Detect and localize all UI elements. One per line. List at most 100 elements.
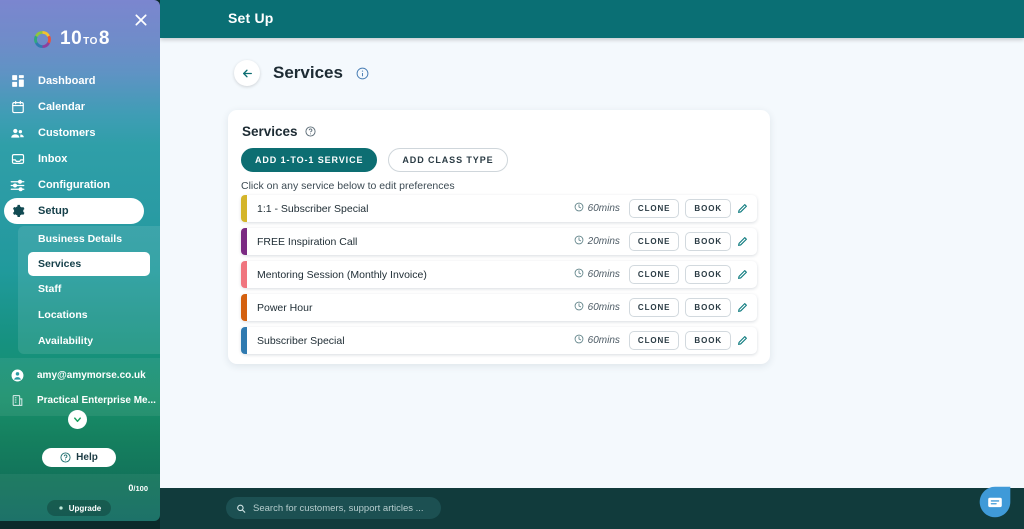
service-name: FREE Inspiration Call xyxy=(257,235,358,248)
top-header-bar: Set Up xyxy=(160,0,1024,38)
sidebar-item-customers[interactable]: Customers xyxy=(0,120,160,146)
services-card: Services ADD 1-TO-1 SERVICE ADD CLASS TY… xyxy=(228,110,770,364)
service-name: Power Hour xyxy=(257,301,313,314)
sidebar-item-calendar[interactable]: Calendar xyxy=(0,94,160,120)
brand-logo-text: 10 TO 8 xyxy=(60,28,110,50)
sidebar-item-dashboard[interactable]: Dashboard xyxy=(0,68,160,94)
account-block: amy@amymorse.co.uk Practical Enterprise … xyxy=(0,358,160,429)
service-row[interactable]: Mentoring Session (Monthly Invoice) 60min… xyxy=(241,261,757,288)
help-label: Help xyxy=(76,452,98,463)
service-duration-text: 60mins xyxy=(587,335,620,346)
clone-button[interactable]: CLONE xyxy=(628,199,680,218)
service-row[interactable]: FREE Inspiration Call 20mins CLONE BOOK xyxy=(241,228,757,255)
add-one-to-one-service-button[interactable]: ADD 1-TO-1 SERVICE xyxy=(241,148,378,172)
edit-service-button[interactable] xyxy=(737,302,748,313)
logo-small: TO xyxy=(83,36,98,47)
search-input[interactable] xyxy=(253,502,431,514)
search-icon xyxy=(237,504,246,513)
clock-icon xyxy=(574,202,584,215)
gear-icon xyxy=(10,204,25,218)
book-button[interactable]: BOOK xyxy=(685,298,731,317)
sidebar-item-setup[interactable]: Setup xyxy=(4,198,144,224)
chat-widget-button[interactable] xyxy=(978,485,1012,519)
quota-total: 100 xyxy=(135,484,148,493)
service-duration-text: 60mins xyxy=(587,269,620,280)
service-duration-text: 20mins xyxy=(587,236,620,247)
account-expand-button[interactable] xyxy=(68,410,87,429)
sidebar-nav: Dashboard Calendar Customers Inbox Configura… xyxy=(0,68,160,224)
account-business: Practical Enterprise Me... xyxy=(37,395,156,406)
spark-icon xyxy=(59,506,63,510)
clock-icon xyxy=(574,268,584,281)
service-duration-text: 60mins xyxy=(587,203,620,214)
service-color-accent xyxy=(241,228,247,255)
service-color-accent xyxy=(241,261,247,288)
logo-tail: 8 xyxy=(98,28,110,49)
page-head: Services xyxy=(234,60,369,86)
upgrade-label: Upgrade xyxy=(68,503,102,513)
clone-button[interactable]: CLONE xyxy=(628,232,680,251)
account-business-row[interactable]: Practical Enterprise Me... xyxy=(0,388,160,413)
page-title: Services xyxy=(273,63,343,82)
clone-button[interactable]: CLONE xyxy=(628,331,680,350)
service-row[interactable]: 1:1 - Subscriber Special 60mins CLONE BOOK xyxy=(241,195,757,222)
help-button[interactable]: Help xyxy=(42,448,116,467)
sidebar-subnav: Business Details Services Staff Locations Av… xyxy=(18,226,160,354)
inbox-icon xyxy=(10,152,25,166)
upgrade-button[interactable]: Upgrade xyxy=(47,500,111,516)
building-icon xyxy=(10,394,25,407)
subnav-item-business-details[interactable]: Business Details xyxy=(18,226,160,252)
subnav-item-label: Locations xyxy=(38,309,88,321)
subnav-item-locations[interactable]: Locations xyxy=(18,302,160,328)
ring-logo-icon xyxy=(34,30,51,48)
edit-service-button[interactable] xyxy=(737,203,748,214)
clock-icon xyxy=(574,235,584,248)
book-button[interactable]: BOOK xyxy=(685,199,731,218)
service-row[interactable]: Power Hour 60mins CLONE BOOK xyxy=(241,294,757,321)
clone-button[interactable]: CLONE xyxy=(628,298,680,317)
service-duration: 60mins xyxy=(574,202,620,215)
user-circle-icon xyxy=(10,369,25,382)
clock-icon xyxy=(574,301,584,314)
edit-service-button[interactable] xyxy=(737,236,748,247)
calendar-icon xyxy=(10,100,25,114)
book-button[interactable]: BOOK xyxy=(685,265,731,284)
edit-service-button[interactable] xyxy=(737,335,748,346)
book-button[interactable]: BOOK xyxy=(685,331,731,350)
add-class-type-button[interactable]: ADD CLASS TYPE xyxy=(388,148,508,172)
clone-button[interactable]: CLONE xyxy=(628,265,680,284)
subnav-item-label: Services xyxy=(38,258,82,270)
book-button[interactable]: BOOK xyxy=(685,232,731,251)
service-name: Mentoring Session (Monthly Invoice) xyxy=(257,268,427,281)
subnav-item-staff[interactable]: Staff xyxy=(18,276,160,302)
services-list: 1:1 - Subscriber Special 60mins CLONE BOOK F… xyxy=(241,195,757,360)
main-content-area: Set Up Services Services ADD 1-TO-1 SERV… xyxy=(160,0,1024,529)
service-duration-text: 60mins xyxy=(587,302,620,313)
customers-icon xyxy=(10,126,25,141)
card-title: Services xyxy=(242,124,298,139)
subnav-item-label: Business Details xyxy=(38,233,123,245)
service-duration: 60mins xyxy=(574,268,620,281)
card-title-row: Services xyxy=(242,124,316,139)
subnav-item-services[interactable]: Services xyxy=(28,252,150,276)
logo-main: 10 xyxy=(60,28,83,49)
sidebar-close-button[interactable] xyxy=(133,12,149,28)
help-circle-icon[interactable] xyxy=(305,126,316,137)
sidebar-item-configuration[interactable]: Configuration xyxy=(0,172,160,198)
page-info-icon[interactable] xyxy=(356,67,369,80)
subnav-item-availability[interactable]: Availability xyxy=(18,328,160,354)
service-color-accent xyxy=(241,327,247,354)
clock-icon xyxy=(574,334,584,347)
account-email-row[interactable]: amy@amymorse.co.uk xyxy=(0,363,160,388)
page-header-title: Set Up xyxy=(228,10,274,26)
sidebar-item-label: Customers xyxy=(38,127,96,139)
edit-service-button[interactable] xyxy=(737,269,748,280)
brand-logo[interactable]: 10 TO 8 xyxy=(33,28,110,50)
service-name: 1:1 - Subscriber Special xyxy=(257,202,369,215)
service-color-accent xyxy=(241,195,247,222)
service-duration: 60mins xyxy=(574,334,620,347)
service-row[interactable]: Subscriber Special 60mins CLONE BOOK xyxy=(241,327,757,354)
back-button[interactable] xyxy=(234,60,260,86)
sidebar-item-inbox[interactable]: Inbox xyxy=(0,146,160,172)
search-box[interactable] xyxy=(226,497,441,519)
